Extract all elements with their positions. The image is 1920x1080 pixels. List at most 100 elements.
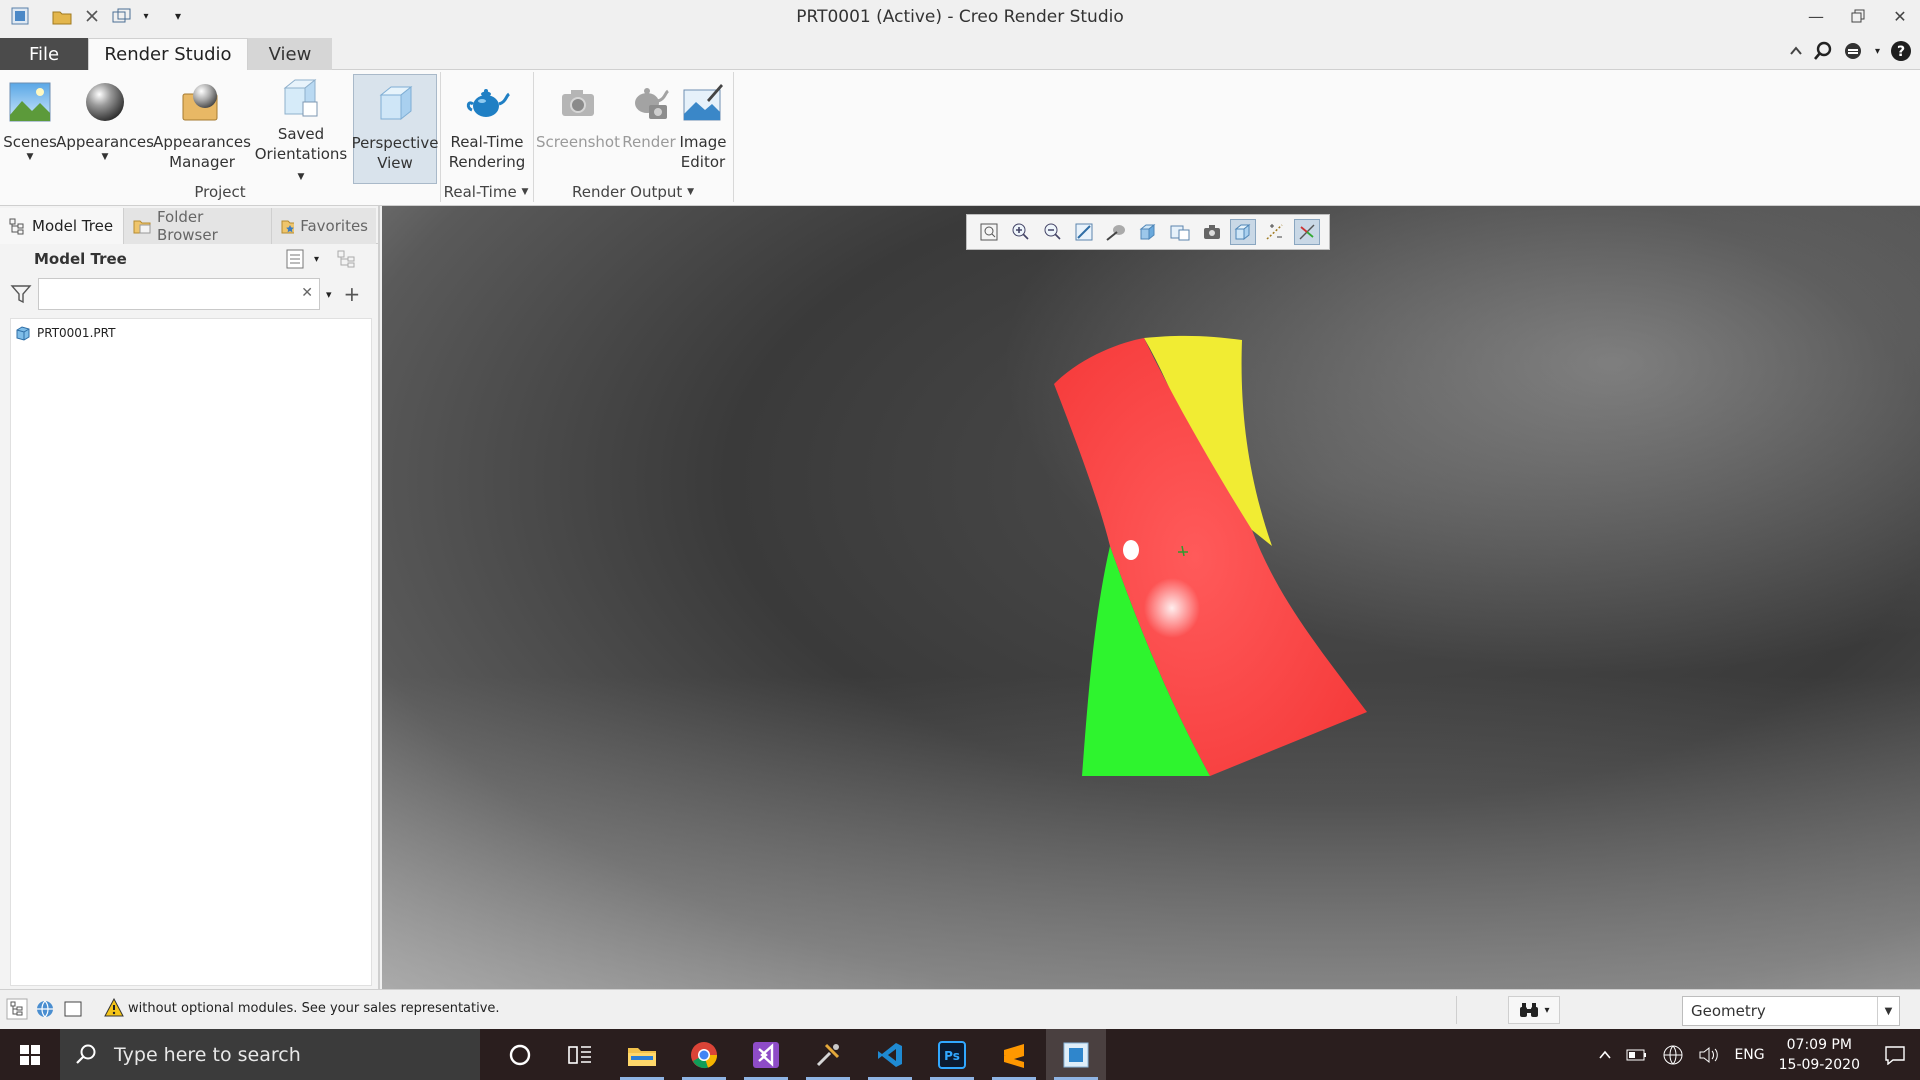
notifications-icon[interactable] xyxy=(1884,1045,1906,1065)
status-bar-tools xyxy=(6,998,84,1020)
image-editor-label-line2: Editor xyxy=(680,153,726,171)
tab-favorites[interactable]: Favorites xyxy=(272,208,376,244)
perspective-icon[interactable] xyxy=(1230,219,1257,245)
model-tree-search-input[interactable] xyxy=(39,279,289,309)
navigator-tabs: Model Tree Folder Browser Favorites xyxy=(0,206,380,244)
creo-icon[interactable] xyxy=(1046,1029,1106,1080)
visual-studio-icon[interactable] xyxy=(736,1029,796,1080)
refit-icon[interactable] xyxy=(976,219,1002,245)
model-tree-search[interactable]: ✕ xyxy=(38,278,320,310)
cortana-icon[interactable] xyxy=(490,1029,550,1080)
selection-filter-select[interactable]: Geometry ▼ xyxy=(1682,996,1900,1026)
chevron-up-icon[interactable] xyxy=(1598,1048,1612,1062)
vscode-icon[interactable] xyxy=(860,1029,920,1080)
screenshot-button[interactable]: Screenshot xyxy=(536,74,620,184)
group-label-render-output[interactable]: Render Output ▼ xyxy=(534,180,732,204)
file-explorer-icon[interactable] xyxy=(612,1029,672,1080)
chevron-down-icon[interactable]: ▾ xyxy=(326,288,332,301)
model-3d-part[interactable] xyxy=(382,206,1920,989)
appearances-button[interactable]: Appearances ▼ xyxy=(56,74,154,184)
realtime-rendering-button[interactable]: Real-Time Rendering xyxy=(446,74,528,184)
svg-text:Ps: Ps xyxy=(944,1049,960,1063)
ribbon-help-tools: ▾ ? xyxy=(1789,40,1912,62)
graphics-viewport[interactable] xyxy=(382,206,1920,989)
appearances-manager-button[interactable]: Appearances Manager xyxy=(153,74,251,184)
zoom-in-icon[interactable] xyxy=(1008,219,1034,245)
tree-settings-icon[interactable] xyxy=(284,248,306,270)
render-output-group-label: Render Output xyxy=(572,183,683,201)
add-icon[interactable]: + xyxy=(344,282,361,306)
teapot-icon xyxy=(459,74,515,130)
clock-time: 07:09 PM xyxy=(1786,1036,1852,1053)
chevron-down-icon: ▼ xyxy=(1877,997,1899,1025)
tab-folder-browser[interactable]: Folder Browser xyxy=(124,208,272,244)
clock-date: 15-09-2020 xyxy=(1778,1056,1860,1073)
saved-orientations-button[interactable]: Saved Orientations ▼ xyxy=(252,74,350,184)
find-button[interactable]: ▾ xyxy=(1508,996,1560,1024)
window-controls: — ✕ xyxy=(1804,4,1912,28)
photoshop-icon[interactable]: Ps xyxy=(922,1029,982,1080)
model-tree-list: PRT0001.PRT xyxy=(10,318,372,986)
view-manager-icon[interactable] xyxy=(1167,219,1193,245)
image-editor-button[interactable]: Image Editor xyxy=(674,74,732,184)
scenes-label: Scenes xyxy=(3,133,57,151)
minimize-icon[interactable]: — xyxy=(1804,4,1828,28)
realtime-rendering-label-line2: Rendering xyxy=(448,153,526,171)
tree-item-label: PRT0001.PRT xyxy=(37,326,116,340)
chevron-down-icon[interactable]: ▾ xyxy=(1875,46,1880,57)
tree-item[interactable]: PRT0001.PRT xyxy=(15,325,115,341)
group-label-real-time[interactable]: Real-Time ▼ xyxy=(440,180,532,204)
tab-file[interactable]: File xyxy=(0,38,88,70)
volume-icon[interactable] xyxy=(1698,1046,1720,1064)
tab-model-tree[interactable]: Model Tree xyxy=(0,208,124,244)
tab-render-studio[interactable]: Render Studio xyxy=(88,38,248,70)
scenes-button[interactable]: Scenes ▼ xyxy=(3,74,57,184)
close-icon[interactable]: ✕ xyxy=(1888,4,1912,28)
clear-icon[interactable]: ✕ xyxy=(301,285,313,301)
ribbon: Scenes ▼ Appearances ▼ Appearances Manag… xyxy=(0,70,1920,206)
windows-logo-icon xyxy=(20,1044,40,1065)
tree-columns-icon[interactable] xyxy=(335,248,359,270)
browser-icon[interactable] xyxy=(34,998,56,1020)
chevron-down-icon: ▼ xyxy=(687,187,694,197)
graphics-toolbar xyxy=(966,214,1330,250)
display-style-icon[interactable] xyxy=(1103,219,1129,245)
battery-icon[interactable] xyxy=(1626,1048,1648,1062)
task-view-icon[interactable] xyxy=(550,1029,610,1080)
favorites-icon xyxy=(281,220,295,234)
perspective-view-button[interactable]: Perspective View xyxy=(352,74,438,184)
start-button[interactable] xyxy=(0,1029,60,1080)
tools-icon[interactable] xyxy=(798,1029,858,1080)
sublime-icon[interactable] xyxy=(984,1029,1044,1080)
datum-display-icon[interactable] xyxy=(1262,219,1288,245)
fullscreen-icon[interactable] xyxy=(62,998,84,1020)
realtime-rendering-label-line1: Real-Time xyxy=(450,133,524,151)
community-icon[interactable] xyxy=(1843,41,1865,61)
model-tree-icon xyxy=(9,218,24,235)
sphere-icon xyxy=(77,74,133,130)
network-icon[interactable] xyxy=(1662,1044,1684,1066)
chevron-down-icon[interactable]: ▾ xyxy=(314,254,319,265)
language-indicator[interactable]: ENG xyxy=(1734,1047,1764,1063)
saved-orientations-icon[interactable] xyxy=(1135,219,1161,245)
collapse-ribbon-icon[interactable] xyxy=(1789,44,1803,58)
tab-view[interactable]: View xyxy=(248,38,332,70)
render-label: Render xyxy=(622,133,676,151)
selection-filter-value: Geometry xyxy=(1691,1002,1766,1020)
help-icon[interactable]: ? xyxy=(1890,40,1912,62)
restore-icon[interactable] xyxy=(1846,4,1870,28)
taskbar-search[interactable]: Type here to search xyxy=(60,1029,480,1080)
filter-icon[interactable] xyxy=(10,283,32,305)
repaint-icon[interactable] xyxy=(1071,219,1097,245)
clock[interactable]: 07:09 PM 15-09-2020 xyxy=(1779,1035,1860,1075)
zoom-out-icon[interactable] xyxy=(1040,219,1066,245)
search-icon[interactable] xyxy=(1813,41,1833,61)
screenshot-icon[interactable] xyxy=(1199,219,1225,245)
saved-orientations-label-line2: Orientations ▼ xyxy=(252,144,350,184)
status-message-text: without optional modules. See your sales… xyxy=(128,1000,500,1016)
ribbon-tab-row: File Render Studio View ▾ ? xyxy=(0,34,1920,70)
render-button[interactable]: Render xyxy=(618,74,680,184)
chrome-icon[interactable] xyxy=(674,1029,734,1080)
model-tree-toggle-icon[interactable] xyxy=(6,998,28,1020)
spin-center-icon[interactable] xyxy=(1294,219,1321,245)
